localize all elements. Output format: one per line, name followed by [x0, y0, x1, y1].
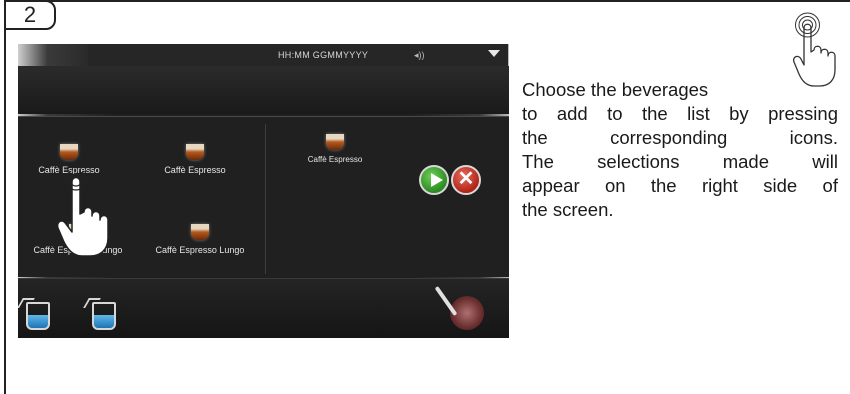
machine-display: HH:MM GGMMYYYY ◂)) Caffè Espresso Caffè … — [18, 44, 509, 338]
touch-hand-icon — [56, 172, 109, 257]
instruction-line: to add to the list by pressing — [522, 103, 838, 124]
beverage-label: Caffè Espresso Lungo — [155, 245, 245, 255]
beverage-label: Caffè Espresso — [307, 155, 363, 164]
instruction-line: The selections made will — [522, 151, 838, 172]
beverage-item[interactable]: Caffè Espresso Lungo — [140, 222, 260, 255]
water-jug-icon[interactable] — [83, 296, 122, 334]
cancel-button[interactable]: ✕ — [451, 165, 481, 195]
water-jug-icon[interactable] — [18, 296, 56, 334]
volume-icon[interactable]: ◂)) — [414, 50, 425, 61]
instruction-line: appear on the right side of — [522, 175, 838, 196]
steam-wand-icon[interactable] — [450, 296, 484, 330]
confirm-button[interactable] — [419, 165, 449, 195]
espresso-cup-icon — [58, 142, 80, 162]
selected-beverage[interactable]: Caffè Espresso — [290, 132, 380, 164]
espresso-cup-icon — [184, 142, 206, 162]
beverage-label: Caffè Espresso — [164, 165, 226, 175]
menu-chevron-icon[interactable] — [488, 50, 500, 57]
beverage-item[interactable]: Caffè Espresso — [146, 142, 244, 175]
instruction-line: the corresponding icons. — [522, 127, 838, 148]
espresso-cup-icon — [324, 132, 346, 152]
instruction-line: the screen. — [522, 199, 614, 220]
step-number-badge: 2 — [4, 0, 56, 30]
top-band — [18, 66, 509, 114]
tap-gesture-icon — [792, 12, 836, 87]
status-bar: HH:MM GGMMYYYY ◂)) — [88, 44, 508, 66]
instruction-text: Choose the beverages to add to the list … — [522, 78, 838, 222]
espresso-cup-icon — [189, 222, 211, 242]
list-divider — [265, 124, 266, 274]
status-datetime: HH:MM GGMMYYYY — [278, 50, 369, 60]
beverage-item[interactable]: Caffè Espresso — [20, 142, 118, 175]
